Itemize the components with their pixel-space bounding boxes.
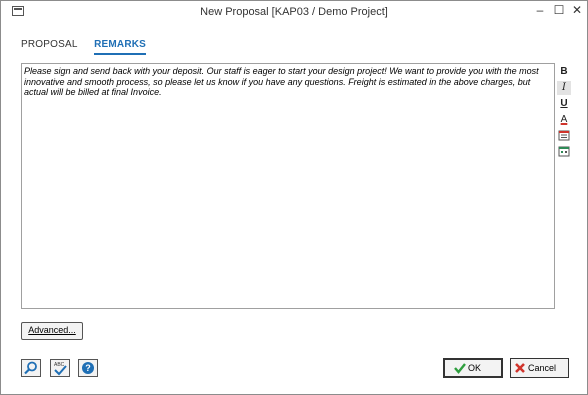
magnifier-icon xyxy=(24,361,37,375)
title-bar: New Proposal [KAP03 / Demo Project] – ☐ … xyxy=(1,1,587,23)
advanced-label: Advanced... xyxy=(28,325,76,335)
ok-button[interactable]: OK xyxy=(443,358,503,378)
help-button[interactable]: ? xyxy=(78,359,98,377)
spell-check-icon: ABC xyxy=(54,362,67,376)
checkmark-icon xyxy=(454,363,466,374)
ok-label: OK xyxy=(468,363,482,373)
help-icon: ? xyxy=(82,362,94,374)
remarks-editor[interactable]: Please sign and send back with your depo… xyxy=(21,63,555,309)
format-toolbar: B I U A xyxy=(557,65,573,161)
tab-bar: PROPOSAL REMARKS xyxy=(21,34,158,55)
remarks-text[interactable]: Please sign and send back with your depo… xyxy=(22,64,554,98)
cross-icon xyxy=(515,363,525,373)
calendar-table-icon xyxy=(558,130,570,141)
spell-check-button[interactable]: ABC xyxy=(50,359,70,377)
calendar-icon xyxy=(558,146,570,157)
svg-text:ABC: ABC xyxy=(54,362,65,368)
dialog-window: New Proposal [KAP03 / Demo Project] – ☐ … xyxy=(0,0,588,395)
svg-text:?: ? xyxy=(85,363,91,373)
advanced-button[interactable]: Advanced... xyxy=(21,322,83,340)
underline-button[interactable]: U xyxy=(557,97,571,111)
insert-table-button[interactable] xyxy=(557,129,571,143)
close-button[interactable]: ✕ xyxy=(570,3,584,17)
find-button[interactable] xyxy=(21,359,41,377)
minimize-button[interactable]: – xyxy=(533,3,547,17)
tab-remarks[interactable]: REMARKS xyxy=(94,39,147,55)
cancel-button[interactable]: Cancel xyxy=(510,358,569,378)
font-color-button[interactable]: A xyxy=(557,113,571,127)
maximize-button[interactable]: ☐ xyxy=(552,3,566,17)
italic-button[interactable]: I xyxy=(557,81,571,95)
tab-proposal[interactable]: PROPOSAL xyxy=(21,39,78,50)
cancel-label: Cancel xyxy=(528,363,557,373)
bold-button[interactable]: B xyxy=(557,65,571,79)
window-title: New Proposal [KAP03 / Demo Project] xyxy=(200,6,388,18)
insert-date-button[interactable] xyxy=(557,145,571,159)
